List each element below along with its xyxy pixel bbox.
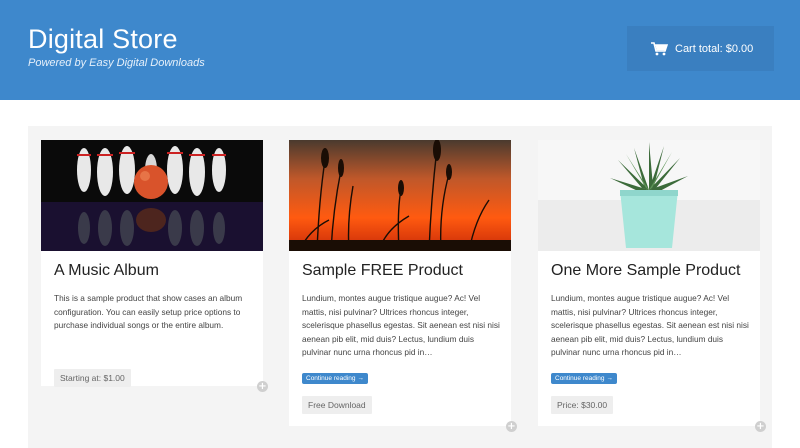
cart-total-label: Cart total: $0.00	[675, 42, 754, 55]
product-description: Lundium, montes augue tristique augue? A…	[551, 293, 749, 358]
product-card: Sample FREE Product Lundium, montes augu…	[289, 140, 511, 426]
price-label: Price: $30.00	[551, 396, 614, 414]
product-title[interactable]: Sample FREE Product	[302, 262, 463, 280]
continue-reading-button[interactable]: Continue reading →	[302, 373, 368, 384]
product-card: One More Sample Product Lundium, montes …	[538, 140, 760, 426]
product-card: A Music Album This is a sample product t…	[41, 140, 263, 387]
bowling-pins-image[interactable]	[41, 140, 263, 251]
cart-button[interactable]: Cart total: $0.00	[627, 26, 774, 71]
plus-icon[interactable]: +	[506, 421, 517, 432]
site-header: Digital Store Powered by Easy Digital Do…	[0, 0, 800, 100]
product-description: This is a sample product that show cases…	[54, 293, 243, 331]
price-label: Starting at: $1.00	[54, 369, 131, 387]
shopping-cart-icon	[651, 41, 669, 56]
succulent-plant-image[interactable]	[538, 140, 760, 251]
site-tagline: Powered by Easy Digital Downloads	[28, 57, 205, 69]
price-label: Free Download	[302, 396, 372, 414]
plus-icon[interactable]: +	[755, 421, 766, 432]
product-grid: A Music Album This is a sample product t…	[28, 126, 772, 448]
sunset-grass-image[interactable]	[289, 140, 511, 251]
product-title[interactable]: A Music Album	[54, 262, 159, 280]
product-description: Lundium, montes augue tristique augue? A…	[302, 293, 500, 358]
continue-reading-button[interactable]: Continue reading →	[551, 373, 617, 384]
plus-icon[interactable]: +	[257, 381, 268, 392]
product-title[interactable]: One More Sample Product	[551, 262, 740, 280]
site-title[interactable]: Digital Store	[28, 24, 178, 55]
